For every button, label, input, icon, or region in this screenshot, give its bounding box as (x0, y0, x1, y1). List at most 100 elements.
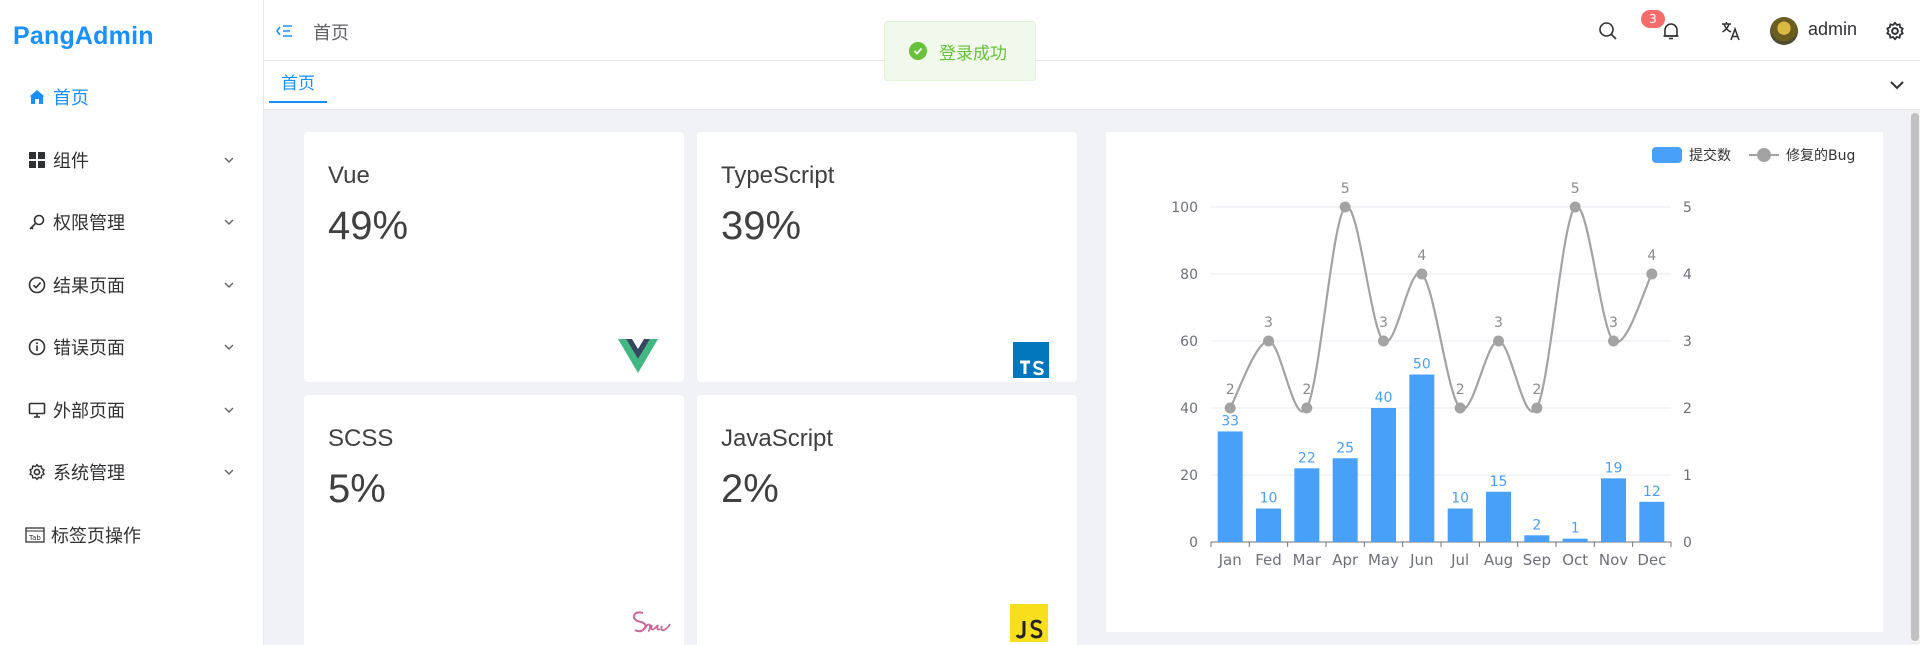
x-tick-label: Dec (1637, 551, 1666, 569)
bar-value-label: 1 (1571, 521, 1580, 537)
stat-card-scss: SCSS 5% (304, 395, 684, 645)
chevron-down-icon (224, 407, 234, 413)
y2-tick-label: 0 (1683, 535, 1692, 551)
line-value-label: 3 (1379, 315, 1388, 331)
bar (1371, 408, 1396, 542)
success-check-icon (909, 42, 927, 60)
bar-value-label: 22 (1298, 450, 1316, 466)
y-tick-label: 60 (1180, 334, 1198, 350)
bar-value-label: 40 (1375, 390, 1393, 406)
line-point (1531, 402, 1543, 414)
gear-icon (1886, 21, 1904, 41)
sidebar-item-system-management[interactable]: 系统管理 (0, 441, 263, 504)
line-point (1301, 402, 1313, 414)
bar (1447, 508, 1473, 542)
javascript-logo (1010, 604, 1048, 642)
bar-value-label: 33 (1221, 413, 1239, 429)
bar (1332, 458, 1358, 542)
sidebar-item-tab-operations[interactable]: Tab 标签页操作 (0, 504, 263, 567)
check-circle-icon (27, 275, 47, 295)
sidebar-item-external-pages[interactable]: 外部页面 (0, 379, 263, 442)
x-tick-label: Jan (1218, 551, 1242, 569)
x-tick-label: Oct (1562, 551, 1588, 569)
card-title: TypeScript (721, 162, 835, 189)
content-scrollbar[interactable] (1910, 110, 1920, 645)
vue-logo (618, 339, 658, 373)
x-tick-label: Jun (1409, 551, 1433, 569)
line-value-label: 5 (1571, 181, 1580, 197)
bar-value-label: 19 (1605, 460, 1623, 476)
line-point (1569, 201, 1581, 213)
line-value-label: 2 (1302, 382, 1311, 398)
bug-line (1229, 205, 1653, 413)
y2-tick-label: 1 (1683, 468, 1692, 484)
bar-value-label: 12 (1643, 484, 1661, 500)
sidebar-item-label: 标签页操作 (51, 525, 141, 547)
line-value-label: 2 (1456, 382, 1465, 398)
card-value: 49% (328, 204, 409, 248)
x-tick-label: Jul (1450, 551, 1469, 569)
legend-bar-swatch (1652, 147, 1682, 163)
sidebar-item-permissions[interactable]: 权限管理 (0, 191, 263, 254)
sidebar-item-components[interactable]: 组件 (0, 129, 263, 192)
line-point (1454, 402, 1466, 414)
info-circle-icon (27, 337, 47, 357)
chevron-down-icon (224, 469, 234, 476)
legend-label: 提交数 (1689, 147, 1731, 164)
bar (1409, 374, 1435, 542)
y2-tick-label: 2 (1683, 401, 1692, 417)
grid-icon (27, 150, 47, 170)
line-point (1646, 268, 1658, 280)
line-point (1263, 335, 1274, 347)
y2-tick-label: 5 (1683, 200, 1692, 216)
search-button[interactable] (1596, 19, 1620, 43)
line-point (1608, 335, 1619, 347)
card-title: JavaScript (721, 425, 834, 452)
tags-bar: 首页 (264, 61, 1920, 110)
breadcrumb[interactable]: 首页 (313, 19, 349, 45)
stat-card-vue: Vue 49% (304, 132, 684, 382)
app-logo[interactable]: PangAdmin (13, 22, 154, 51)
success-toast: 登录成功 (884, 21, 1036, 81)
bar-value-label: 50 (1413, 357, 1431, 373)
card-title: Vue (328, 162, 370, 189)
line-point (1378, 335, 1389, 347)
legend-label: 修复的Bug (1786, 147, 1855, 164)
line-value-label: 3 (1494, 315, 1503, 331)
x-tick-label: Mar (1293, 551, 1322, 569)
commits-bugs-chart: 020406080100012345Jan Fed Mar Apr May Jun Jul A… (1171, 147, 1855, 569)
sidebar-item-home[interactable]: 首页 (0, 66, 263, 129)
line-value-label: 3 (1264, 315, 1273, 331)
x-tick-label: May (1368, 551, 1399, 569)
toast-message: 登录成功 (939, 43, 1007, 64)
x-tick-label: Sep (1523, 551, 1551, 569)
settings-button[interactable] (1883, 19, 1907, 43)
y2-tick-label: 4 (1683, 267, 1692, 283)
chevron-down-icon (224, 219, 234, 226)
y-tick-label: 20 (1180, 468, 1198, 484)
line-point (1416, 268, 1428, 280)
y-tick-label: 100 (1171, 200, 1198, 216)
scrollbar-thumb[interactable] (1911, 113, 1919, 641)
sass-logo (632, 611, 671, 633)
x-tick-label: Fed (1255, 551, 1282, 569)
bar-value-label: 15 (1490, 474, 1508, 490)
chevron-down-icon[interactable] (1888, 76, 1906, 94)
line-value-label: 3 (1609, 315, 1618, 331)
language-button[interactable] (1719, 19, 1743, 43)
y-tick-label: 40 (1180, 401, 1198, 417)
sidebar-item-result-pages[interactable]: 结果页面 (0, 254, 263, 317)
bell-icon (1663, 23, 1679, 40)
bar-value-label: 25 (1336, 440, 1354, 456)
card-value: 2% (721, 467, 779, 511)
notification-badge: 3 (1641, 10, 1665, 28)
commits-chart-card: 0 20 40 60 80 100 0 1 2 3 4 5 Jan Fed Mar Apr May Jun Jul A… (1106, 132, 1883, 632)
sidebar-item-error-pages[interactable]: 错误页面 (0, 316, 263, 379)
bar (1639, 501, 1665, 542)
svg-text:Tab: Tab (28, 534, 41, 542)
username[interactable]: admin (1808, 19, 1857, 40)
tag-home[interactable]: 首页 (269, 69, 327, 103)
line-value-label: 5 (1341, 181, 1350, 197)
avatar[interactable] (1770, 17, 1798, 45)
collapse-menu-icon[interactable] (275, 21, 295, 41)
